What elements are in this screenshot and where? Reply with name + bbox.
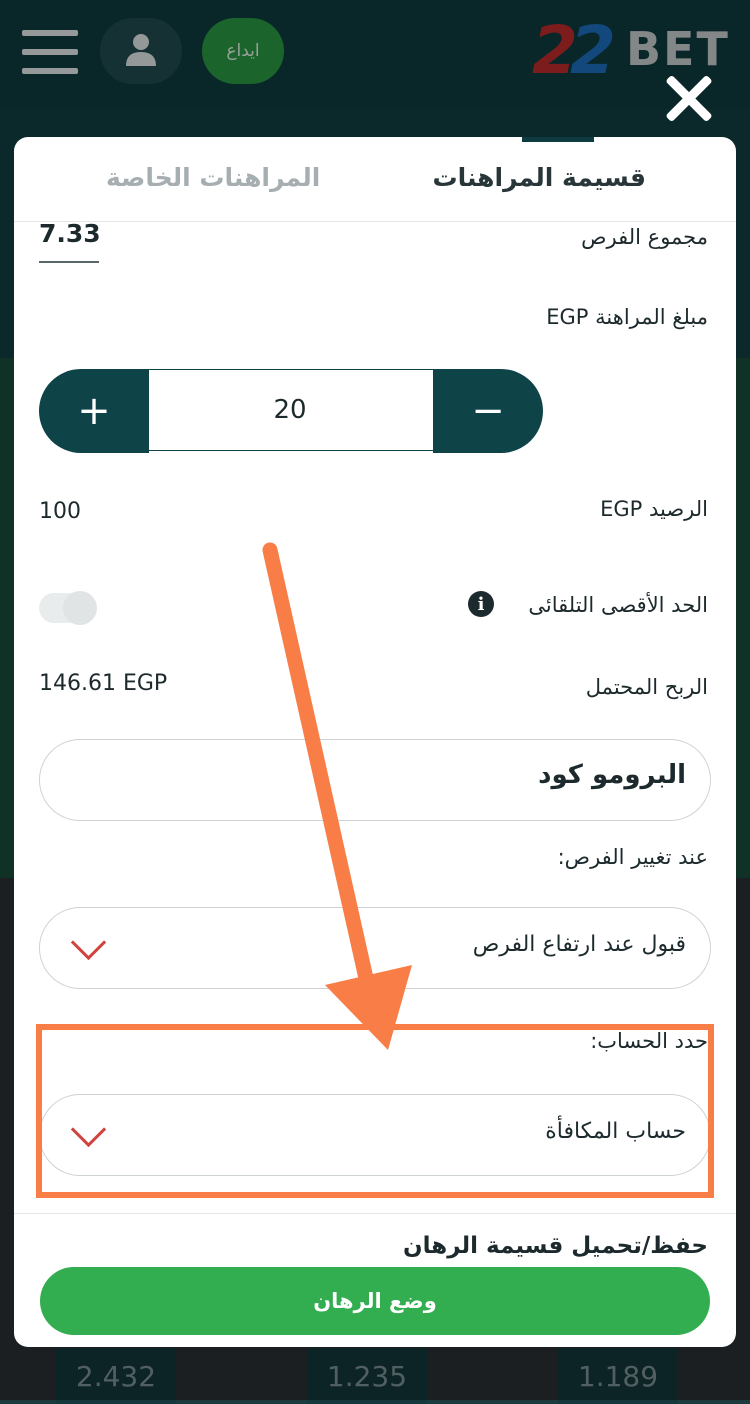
annotation-arrow — [262, 542, 412, 1050]
